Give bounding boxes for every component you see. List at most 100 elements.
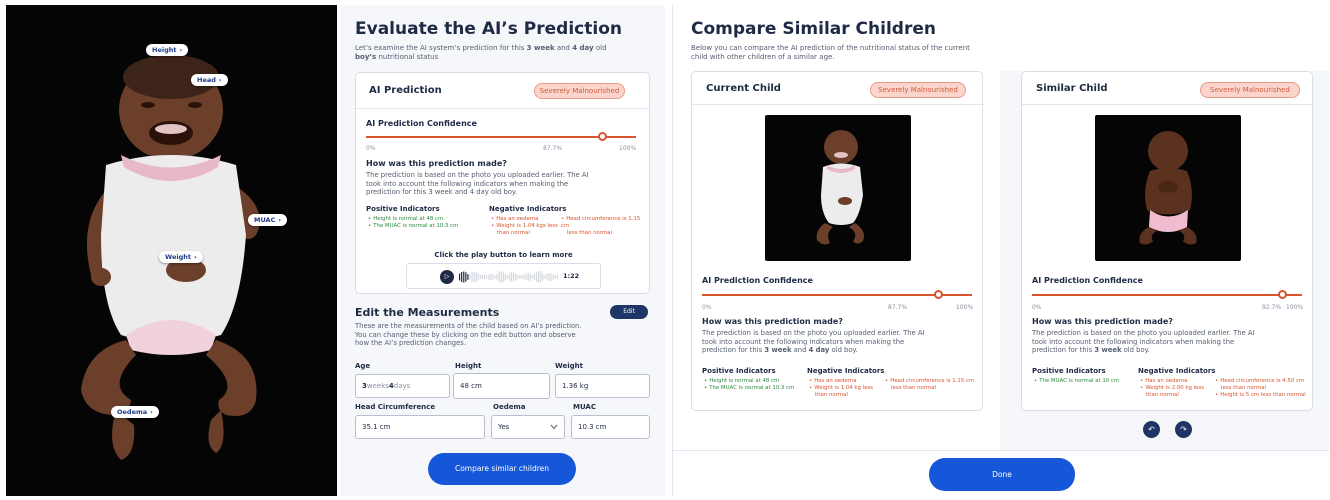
height-field[interactable]: 48 cm (453, 373, 550, 399)
positive-text: The MUAC is normal at 10 cm (1039, 378, 1120, 384)
tick-max: 100% (1286, 304, 1304, 311)
how-text: The prediction is based on the photo you… (366, 171, 636, 197)
confidence-knob (1277, 290, 1287, 299)
chevron-right-icon: › (218, 76, 222, 84)
negative-text: Head circumference is 1.15 cm (890, 378, 975, 384)
similar-child-photo (1095, 115, 1241, 261)
positive-item: • Height is normal at 48 cm (704, 378, 780, 384)
positive-title: Positive Indicators (366, 205, 440, 213)
height-tag-label: Height (152, 46, 177, 54)
audio-waveform[interactable] (459, 270, 559, 284)
negative-text: than normal (1146, 392, 1179, 398)
negative-text: than normal (497, 230, 530, 236)
card-divider (692, 104, 984, 105)
muac-tag[interactable]: MUAC › (248, 214, 288, 226)
negative-list-1: • Has an oedema • Weight is 2.00 kg less t… (1140, 378, 1215, 399)
current-child-image (816, 130, 864, 245)
how-days: 4 day (808, 346, 830, 354)
muac-field[interactable]: 10.3 cm (571, 415, 650, 439)
subtitle-text: old (593, 44, 607, 52)
negative-title: Negative Indicators (1138, 367, 1216, 375)
how-text-part: and (791, 346, 809, 354)
current-child-title: Current Child (706, 83, 781, 94)
chevron-down-icon (550, 424, 558, 430)
tick-value: 87.7% (888, 304, 908, 311)
positive-list: • Height is normal at 48 cm • The MUAC is … (368, 216, 478, 230)
negative-text: Has an oedema (814, 378, 857, 384)
how-title: How was this prediction made? (366, 159, 507, 168)
how-text-line: The prediction is based on the photo you… (702, 329, 925, 337)
measure-text-line: You can change these by clicking on the … (355, 330, 576, 339)
positive-list: • The MUAC is normal at 10 cm (1034, 378, 1134, 385)
how-text: The prediction is based on the photo you… (1032, 329, 1307, 355)
how-text: The prediction is based on the photo you… (702, 329, 977, 355)
negative-list-2: • Head circumference is 1.15 cm less than… (885, 378, 980, 392)
confidence-knob (934, 290, 944, 299)
negative-item: • Head circumference is 1.15 cm (885, 378, 975, 384)
confidence-title: AI Prediction Confidence (366, 119, 477, 128)
current-child-photo (765, 115, 911, 261)
head-tag[interactable]: Head › (191, 74, 228, 86)
negative-text: less than normal (891, 385, 936, 391)
how-weeks: 3 week (1094, 346, 1122, 354)
negative-item: • Head circumference is 1.15 cm (561, 216, 641, 229)
how-text-part: old boy. (829, 346, 858, 354)
positive-item: • Height is normal at 48 cm (368, 216, 444, 222)
positive-text: Height is normal at 48 cm (373, 216, 444, 222)
negative-list-2: • Head circumference is 1.15 cm less than… (561, 216, 646, 237)
how-text-part: prediction for this (702, 346, 765, 354)
ai-prediction-title: AI Prediction (369, 85, 442, 96)
chevron-right-icon: › (150, 408, 153, 416)
weight-tag[interactable]: Weight › (159, 251, 203, 263)
negative-item: • Head circumference is 4.50 cm (1215, 378, 1305, 384)
evaluate-subtitle: Let’s examine the AI system’s prediction… (355, 44, 655, 62)
confidence-knob (598, 132, 608, 141)
head-field[interactable]: 35.1 cm (355, 415, 485, 439)
height-label: Height (455, 362, 482, 370)
age-days-unit: days (393, 382, 411, 390)
done-button[interactable]: Done (929, 458, 1075, 491)
positive-list: • Height is normal at 48 cm • The MUAC is … (704, 378, 814, 392)
chevron-right-icon: › (278, 216, 282, 224)
age-label: Age (355, 362, 371, 370)
negative-title: Negative Indicators (489, 205, 567, 213)
compare-subtitle: Below you can compare the AI prediction … (691, 44, 1011, 62)
negative-text: Weight is 1.04 kg less (814, 385, 874, 391)
negative-text: Head circumference is 4.50 cm (1220, 378, 1305, 384)
compare-title: Compare Similar Children (691, 19, 936, 39)
evaluate-panel: Evaluate the AI’s Prediction Let’s exami… (340, 5, 665, 496)
how-text-line: prediction for this 3 week old boy. (1032, 346, 1307, 355)
weight-tag-label: Weight (165, 253, 191, 261)
edit-button[interactable]: Edit (610, 305, 648, 319)
previous-child-button[interactable]: ↶ (1143, 421, 1160, 438)
next-child-button[interactable]: ↷ (1175, 421, 1192, 438)
height-tag[interactable]: Height › (146, 44, 189, 56)
measure-text-line: how the AI’s prediction changes. (355, 339, 466, 347)
weight-field[interactable]: 1.36 kg (555, 374, 650, 398)
similar-child-image (1139, 131, 1197, 245)
how-text-part: prediction for this (1032, 346, 1095, 354)
audio-time: 1:22 (563, 272, 580, 280)
subtitle-weeks: 3 week (526, 44, 555, 52)
similar-child-title: Similar Child (1036, 83, 1108, 94)
oedema-select[interactable]: Yes (491, 415, 565, 439)
weight-label: Weight (555, 362, 583, 370)
play-icon[interactable]: ▷ (440, 270, 454, 284)
how-text-part: old boy. (1121, 346, 1150, 354)
positive-title: Positive Indicators (1032, 367, 1106, 375)
negative-item: • Has an oedema (1140, 378, 1188, 384)
oedema-label: Oedema (493, 403, 526, 411)
measure-title: Edit the Measurements (355, 306, 500, 319)
negative-text: Head circumference is 1.15 cm (561, 216, 641, 229)
how-weeks: 3 week (764, 346, 792, 354)
oedema-tag[interactable]: Oedema › (111, 406, 159, 418)
how-text-line: took into account the following indicato… (702, 337, 905, 346)
head-label: Head Circumference (355, 403, 436, 411)
confidence-title: AI Prediction Confidence (1032, 276, 1143, 285)
ai-prediction-card: AI Prediction Severely Malnourished AI P… (355, 72, 651, 294)
card-divider (356, 108, 651, 109)
chevron-right-icon: › (193, 253, 197, 261)
age-field[interactable]: 3 weeks 4 days (355, 374, 450, 398)
positive-text: The MUAC is normal at 10.3 cm (373, 223, 459, 229)
compare-similar-children-button[interactable]: Compare similar children (428, 453, 576, 485)
